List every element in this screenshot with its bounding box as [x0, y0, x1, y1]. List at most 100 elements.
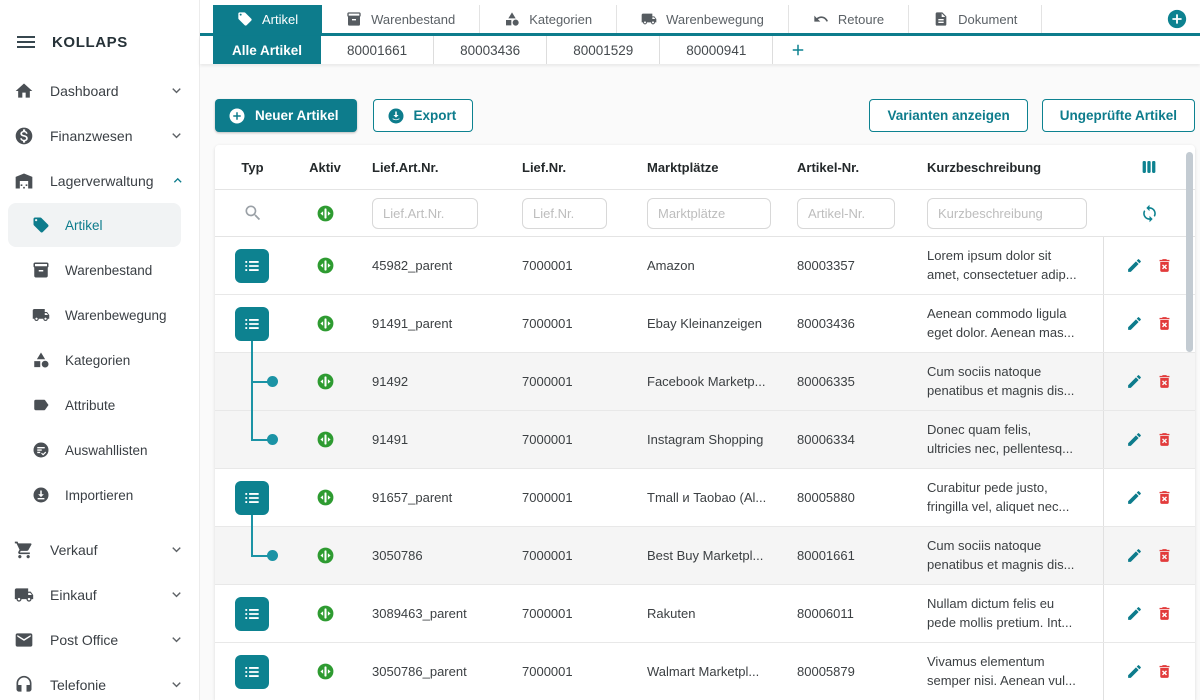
- active-status-icon: [316, 430, 335, 449]
- table-row[interactable]: 91491_parent 7000001 Ebay Kleinanzeigen …: [215, 295, 1195, 353]
- delete-button[interactable]: [1156, 431, 1173, 448]
- new-article-button[interactable]: Neuer Artikel: [215, 99, 357, 132]
- type-cell: [215, 469, 290, 526]
- article-tab-80001529[interactable]: 80001529: [547, 36, 660, 64]
- lief-art-nr-cell: 3050786_parent: [360, 664, 510, 679]
- table-row[interactable]: 45982_parent 7000001 Amazon 80003357 Lor…: [215, 237, 1195, 295]
- sidebar-item-post-office[interactable]: Post Office: [0, 617, 199, 662]
- sidebar-subitem-auswahllisten[interactable]: Auswahllisten: [8, 428, 181, 472]
- table-row[interactable]: 3050786 7000001 Best Buy Marketpl... 800…: [215, 527, 1195, 585]
- column-header-marktplaetze: Marktplätze: [635, 160, 785, 175]
- sidebar-item-lagerverwaltung[interactable]: Lagerverwaltung: [0, 158, 199, 203]
- table-row[interactable]: 91491 7000001 Instagram Shopping 8000633…: [215, 411, 1195, 469]
- toolbar: Neuer Artikel Export Varianten anzeigen …: [215, 99, 1195, 132]
- column-settings-button[interactable]: [1138, 158, 1160, 176]
- table-row[interactable]: 91657_parent 7000001 Tmall и Taobao (Al.…: [215, 469, 1195, 527]
- search-icon: [243, 203, 263, 223]
- table-row[interactable]: 91492 7000001 Facebook Marketp... 800063…: [215, 353, 1195, 411]
- edit-button[interactable]: [1126, 663, 1143, 680]
- delete-button[interactable]: [1156, 547, 1173, 564]
- sidebar-item-einkauf[interactable]: Einkauf: [0, 572, 199, 617]
- article-type-button[interactable]: [235, 307, 269, 341]
- hamburger-menu-icon[interactable]: [14, 30, 38, 54]
- edit-button[interactable]: [1126, 373, 1143, 390]
- sidebar-subitem-warenbestand[interactable]: Warenbestand: [8, 248, 181, 292]
- vertical-scrollbar-thumb[interactable]: [1186, 152, 1193, 352]
- sidebar-item-finanzwesen[interactable]: Finanzwesen: [0, 113, 199, 158]
- tab-dokument[interactable]: Dokument: [909, 5, 1042, 33]
- sidebar-subitem-warenbewegung[interactable]: Warenbewegung: [8, 293, 181, 337]
- filter-input-kurzbeschreibung[interactable]: [927, 198, 1087, 229]
- article-type-button[interactable]: [235, 481, 269, 515]
- article-tab-80000941[interactable]: 80000941: [660, 36, 773, 64]
- article-type-button[interactable]: [235, 655, 269, 689]
- chevron-down-icon: [168, 541, 185, 558]
- sidebar-subitem-artikel[interactable]: Artikel: [8, 203, 181, 247]
- filter-input-marktplaetze[interactable]: [647, 198, 771, 229]
- table-row[interactable]: 3050786_parent 7000001 Walmart Marketpl.…: [215, 643, 1195, 700]
- sidebar-subitem-kategorien[interactable]: Kategorien: [8, 338, 181, 382]
- export-label: Export: [414, 108, 457, 123]
- export-button[interactable]: Export: [373, 99, 474, 132]
- delete-button[interactable]: [1156, 605, 1173, 622]
- sidebar-item-telefonie[interactable]: Telefonie: [0, 662, 199, 700]
- edit-button[interactable]: [1126, 315, 1143, 332]
- delete-button[interactable]: [1156, 315, 1173, 332]
- new-article-label: Neuer Artikel: [255, 108, 339, 123]
- headset-icon: [14, 675, 34, 695]
- add-article-tab-button[interactable]: [789, 41, 807, 59]
- filter-input-lief-art-nr[interactable]: [372, 198, 478, 229]
- article-type-button[interactable]: [235, 597, 269, 631]
- tab-kategorien[interactable]: Kategorien: [480, 5, 617, 33]
- actions-cell: [1103, 411, 1195, 468]
- inventory-icon: [32, 261, 50, 279]
- article-type-button[interactable]: [235, 249, 269, 283]
- edit-button[interactable]: [1126, 605, 1143, 622]
- kurzbeschreibung-cell: Donec quam felis, ultricies nec, pellent…: [915, 421, 1103, 457]
- sidebar-subitem-attribute[interactable]: Attribute: [8, 383, 181, 427]
- top-bars: Artikel Warenbestand Kategorien Warenbew…: [200, 0, 1200, 64]
- artikel-nr-cell: 80006335: [785, 374, 915, 389]
- delete-button[interactable]: [1156, 489, 1173, 506]
- edit-button[interactable]: [1126, 547, 1143, 564]
- refresh-icon[interactable]: [1140, 204, 1159, 223]
- lief-art-nr-cell: 45982_parent: [360, 258, 510, 273]
- active-status-icon: [316, 372, 335, 391]
- article-tab-80003436[interactable]: 80003436: [434, 36, 547, 64]
- filter-input-lief-nr[interactable]: [522, 198, 607, 229]
- sidebar-item-dashboard[interactable]: Dashboard: [0, 68, 199, 113]
- article-tab-alle-artikel[interactable]: Alle Artikel: [213, 36, 321, 64]
- sidebar: KOLLAPS Dashboard Finanzwesen Lagerverwa…: [0, 0, 200, 700]
- tab-warenbewegung[interactable]: Warenbewegung: [617, 5, 789, 33]
- article-tab-80001661[interactable]: 80001661: [321, 36, 434, 64]
- lief-nr-cell: 7000001: [510, 548, 635, 563]
- delete-button[interactable]: [1156, 663, 1173, 680]
- tab-retoure[interactable]: Retoure: [789, 5, 909, 33]
- edit-button[interactable]: [1126, 431, 1143, 448]
- tab-spacer: [1042, 5, 1166, 33]
- show-variants-button[interactable]: Varianten anzeigen: [869, 99, 1027, 132]
- edit-button[interactable]: [1126, 257, 1143, 274]
- sidebar-subitem-importieren[interactable]: Importieren: [8, 473, 181, 517]
- unverified-articles-button[interactable]: Ungeprüfte Artikel: [1042, 99, 1195, 132]
- type-cell: [215, 527, 290, 584]
- delete-button[interactable]: [1156, 257, 1173, 274]
- chevron-down-icon: [168, 127, 185, 144]
- add-module-tab-button[interactable]: [1166, 8, 1188, 30]
- filter-input-artikel-nr[interactable]: [797, 198, 895, 229]
- type-cell: [215, 295, 290, 352]
- sidebar-item-verkauf[interactable]: Verkauf: [0, 527, 199, 572]
- sidebar-header: KOLLAPS: [0, 0, 199, 68]
- actions-cell: [1103, 585, 1195, 642]
- active-filter-toggle-icon[interactable]: [316, 204, 335, 223]
- active-cell: [290, 314, 360, 333]
- edit-button[interactable]: [1126, 489, 1143, 506]
- tab-warenbestand[interactable]: Warenbestand: [322, 5, 480, 33]
- delete-button[interactable]: [1156, 373, 1173, 390]
- artikel-nr-cell: 80005879: [785, 664, 915, 679]
- chevron-down-icon: [168, 676, 185, 693]
- category-icon: [32, 351, 50, 369]
- table-row[interactable]: 3089463_parent 7000001 Rakuten 80006011 …: [215, 585, 1195, 643]
- tab-artikel[interactable]: Artikel: [213, 5, 322, 33]
- lief-nr-cell: 7000001: [510, 432, 635, 447]
